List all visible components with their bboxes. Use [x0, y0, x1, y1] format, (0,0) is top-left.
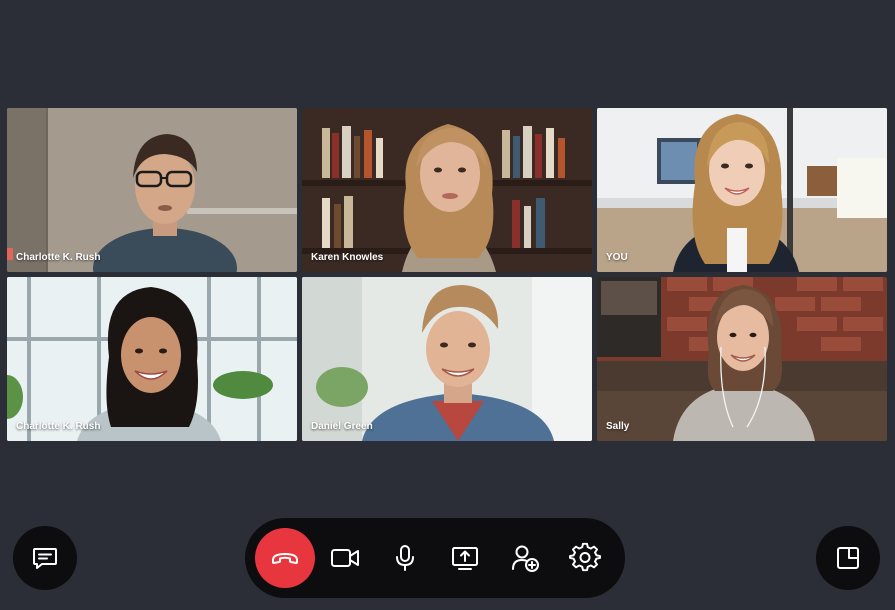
participant-name: Charlotte K. Rush: [16, 252, 101, 263]
participant-name: YOU: [606, 252, 628, 263]
participant-video: [7, 277, 297, 441]
picture-in-picture-icon: [834, 544, 862, 572]
participant-video: [597, 108, 887, 272]
gear-icon: [569, 542, 601, 574]
video-tile-3[interactable]: YOU: [597, 108, 887, 272]
microphone-icon: [389, 542, 421, 574]
participant-video: [302, 108, 592, 272]
participant-video: [597, 277, 887, 441]
video-tile-4[interactable]: Charlotte K. Rush: [7, 277, 297, 441]
participant-name: Charlotte K. Rush: [16, 421, 101, 432]
video-tile-1[interactable]: Charlotte K. Rush: [7, 108, 297, 272]
share-screen-button[interactable]: [445, 538, 485, 578]
share-screen-icon: [449, 542, 481, 574]
picture-in-picture-button[interactable]: [816, 526, 880, 590]
microphone-button[interactable]: [385, 538, 425, 578]
chat-button[interactable]: [13, 526, 77, 590]
participant-video: [7, 108, 297, 272]
add-participant-button[interactable]: [505, 538, 545, 578]
video-grid: Charlotte K. Rush Karen Knowles YOU Char…: [7, 108, 887, 441]
participant-video: [302, 277, 592, 441]
settings-button[interactable]: [565, 538, 605, 578]
participant-name: Daniel Green: [311, 421, 373, 432]
participant-name: Karen Knowles: [311, 252, 384, 263]
video-camera-icon: [329, 542, 361, 574]
chat-icon: [31, 544, 59, 572]
call-controls-toolbar: [245, 518, 625, 598]
end-call-button[interactable]: [255, 528, 315, 588]
video-tile-5[interactable]: Daniel Green: [302, 277, 592, 441]
participant-name: Sally: [606, 421, 630, 432]
video-tile-2[interactable]: Karen Knowles: [302, 108, 592, 272]
phone-hangup-icon: [269, 542, 301, 574]
camera-button[interactable]: [325, 538, 365, 578]
video-tile-6[interactable]: Sally: [597, 277, 887, 441]
add-person-icon: [509, 542, 541, 574]
